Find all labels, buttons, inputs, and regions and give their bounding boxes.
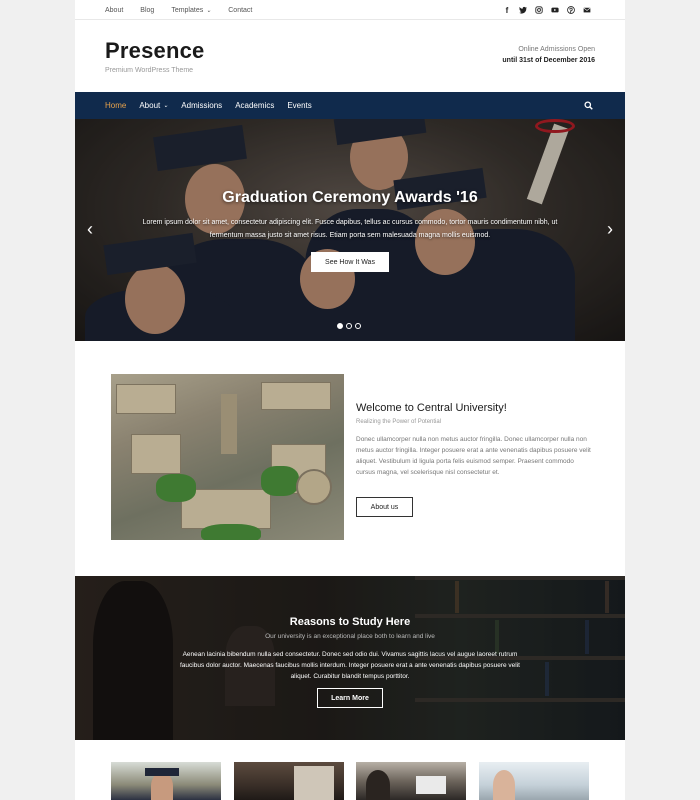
mail-icon[interactable] xyxy=(579,6,595,14)
welcome-title: Welcome to Central University! xyxy=(356,402,507,414)
social-links: f xyxy=(499,0,595,20)
main-nav: Home About ⌄ Admissions Academics Events xyxy=(105,92,325,119)
admissions-deadline: until 31st of December 2016 xyxy=(502,57,595,64)
search-icon[interactable] xyxy=(584,101,593,110)
hero-title: Graduation Ceremony Awards '16 xyxy=(222,189,478,206)
nav-item-home[interactable]: Home xyxy=(105,101,126,110)
nav-item-admissions[interactable]: Admissions xyxy=(181,101,222,110)
nav-item-academics[interactable]: Academics xyxy=(235,101,274,110)
thumbnail-screen xyxy=(416,776,446,794)
campus-lawn xyxy=(261,466,299,496)
site-logo[interactable]: Presence xyxy=(105,38,204,64)
thumbnail-lab[interactable] xyxy=(479,762,589,800)
youtube-icon[interactable] xyxy=(547,6,563,14)
admissions-notice: Online Admissions Open xyxy=(518,46,595,53)
top-link-templates[interactable]: Templates ⌄ xyxy=(171,7,211,14)
top-nav: About Blog Templates ⌄ Contact xyxy=(105,0,269,20)
campus-dome xyxy=(296,469,332,505)
campus-aerial-image xyxy=(111,374,344,540)
pinterest-icon[interactable] xyxy=(563,6,579,14)
thumbnail-graduate[interactable] xyxy=(111,762,221,800)
site-tagline: Premium WordPress Theme xyxy=(105,67,194,74)
main-navbar: Home About ⌄ Admissions Academics Events xyxy=(75,92,625,119)
campus-spire xyxy=(221,394,237,454)
chevron-down-icon: ⌄ xyxy=(163,103,169,109)
chevron-left-icon[interactable]: ‹ xyxy=(87,219,93,240)
reasons-subtitle: Our university is an exceptional place b… xyxy=(265,633,435,640)
slider-dot-1[interactable] xyxy=(337,323,343,329)
slider-dot-3[interactable] xyxy=(355,323,361,329)
top-bar: About Blog Templates ⌄ Contact f xyxy=(75,0,625,20)
thumbnail-library[interactable] xyxy=(234,762,344,800)
thumbnail-face xyxy=(151,772,173,800)
nav-item-about-label: About xyxy=(139,101,161,110)
hero-text: Lorem ipsum dolor sit amet, consectetur … xyxy=(142,219,558,239)
nav-item-about[interactable]: About ⌄ xyxy=(139,101,168,110)
campus-building xyxy=(131,434,181,474)
campus-building xyxy=(261,382,331,410)
facebook-icon[interactable]: f xyxy=(499,6,515,15)
top-link-templates-label: Templates xyxy=(171,6,204,14)
instagram-icon[interactable] xyxy=(531,6,547,14)
page: About Blog Templates ⌄ Contact f Presence… xyxy=(75,0,625,800)
chevron-down-icon: ⌄ xyxy=(206,7,212,14)
thumbnail-window xyxy=(294,766,334,800)
nav-item-events[interactable]: Events xyxy=(287,101,311,110)
thumbnail-cap xyxy=(145,768,179,776)
campus-lawn xyxy=(156,474,196,502)
top-link-contact[interactable]: Contact xyxy=(228,7,252,14)
reasons-section: Reasons to Study Here Our university is … xyxy=(75,576,625,740)
chevron-right-icon[interactable]: › xyxy=(607,219,613,240)
welcome-text: Donec ullamcorper nulla non metus auctor… xyxy=(356,436,591,476)
slider-dot-2[interactable] xyxy=(346,323,352,329)
thumbnail-scientist xyxy=(493,770,515,800)
campus-lawn xyxy=(201,524,261,540)
slider-dots xyxy=(337,323,364,329)
campus-building xyxy=(116,384,176,414)
reasons-title: Reasons to Study Here xyxy=(289,616,411,628)
welcome-subtitle: Realizing the Power of Potential xyxy=(356,419,442,425)
about-us-button[interactable]: About us xyxy=(356,497,413,517)
reasons-text: Aenean lacinia bibendum nulla sed consec… xyxy=(179,651,520,680)
thumbnail-students[interactable] xyxy=(356,762,466,800)
twitter-icon[interactable] xyxy=(515,6,531,14)
hero-slider: Graduation Ceremony Awards '16 Lorem ips… xyxy=(75,119,625,341)
thumbnail-person xyxy=(366,770,390,800)
learn-more-button[interactable]: Learn More xyxy=(317,688,383,708)
see-how-it-was-button[interactable]: See How It Was xyxy=(311,252,389,272)
top-link-blog[interactable]: Blog xyxy=(140,7,154,14)
top-link-about[interactable]: About xyxy=(105,7,123,14)
